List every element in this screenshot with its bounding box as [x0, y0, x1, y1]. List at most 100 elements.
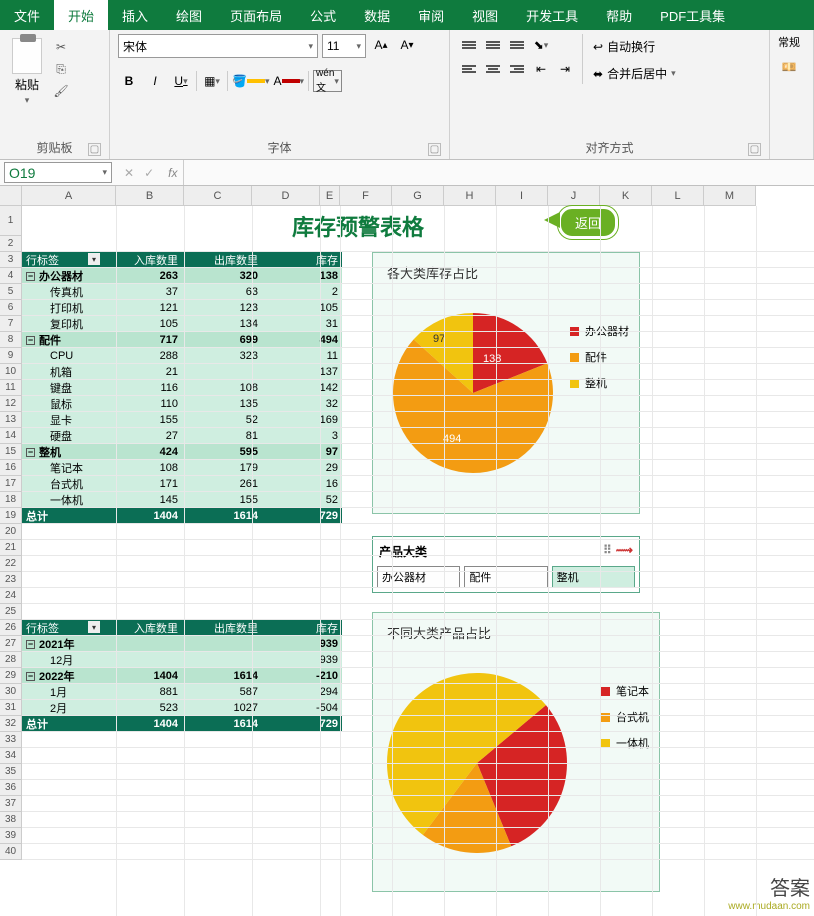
row-header[interactable]: 27: [0, 636, 22, 652]
row-header[interactable]: 17: [0, 476, 22, 492]
col-header[interactable]: D: [252, 186, 320, 206]
align-left-icon[interactable]: [458, 60, 480, 78]
tab-insert[interactable]: 插入: [108, 0, 162, 30]
row-header[interactable]: 14: [0, 428, 22, 444]
accounting-format-icon[interactable]: 💴: [778, 56, 800, 78]
col-header[interactable]: I: [496, 186, 548, 206]
row-header[interactable]: 36: [0, 780, 22, 796]
tab-dev[interactable]: 开发工具: [512, 0, 592, 30]
tab-pdf[interactable]: PDF工具集: [646, 0, 739, 30]
tab-draw[interactable]: 绘图: [162, 0, 216, 30]
col-header[interactable]: E: [320, 186, 340, 206]
align-middle-icon[interactable]: [482, 36, 504, 54]
format-painter-icon[interactable]: 🖌: [52, 82, 70, 100]
row-header[interactable]: 7: [0, 316, 22, 332]
row-header[interactable]: 25: [0, 604, 22, 620]
row-header[interactable]: 37: [0, 796, 22, 812]
tab-help[interactable]: 帮助: [592, 0, 646, 30]
row-header[interactable]: 16: [0, 460, 22, 476]
col-header[interactable]: L: [652, 186, 704, 206]
col-header[interactable]: B: [116, 186, 184, 206]
phonetic-button[interactable]: wén文▾: [313, 70, 342, 92]
tab-review[interactable]: 审阅: [404, 0, 458, 30]
row-header[interactable]: 35: [0, 764, 22, 780]
font-color-button[interactable]: A▾: [273, 70, 304, 92]
row-header[interactable]: 29: [0, 668, 22, 684]
row-header[interactable]: 28: [0, 652, 22, 668]
font-size-select[interactable]: 11▾: [322, 34, 366, 58]
row-header[interactable]: 5: [0, 284, 22, 300]
row-header[interactable]: 11: [0, 380, 22, 396]
row-header[interactable]: 1: [0, 206, 22, 236]
col-header[interactable]: M: [704, 186, 756, 206]
tab-data[interactable]: 数据: [350, 0, 404, 30]
formula-input[interactable]: [183, 160, 814, 185]
tab-home[interactable]: 开始: [54, 0, 108, 30]
row-header[interactable]: 30: [0, 684, 22, 700]
row-header[interactable]: 3: [0, 252, 22, 268]
tab-file[interactable]: 文件: [0, 0, 54, 30]
row-header[interactable]: 6: [0, 300, 22, 316]
row-header[interactable]: 9: [0, 348, 22, 364]
row-header[interactable]: 10: [0, 364, 22, 380]
increase-indent-icon[interactable]: ⇥: [554, 60, 576, 78]
select-all-corner[interactable]: [0, 186, 22, 206]
align-right-icon[interactable]: [506, 60, 528, 78]
paste-button[interactable]: 粘贴 ▾: [8, 34, 46, 110]
worksheet[interactable]: ABCDEFGHIJKLM 12345678910111213141516171…: [0, 186, 814, 916]
row-header[interactable]: 39: [0, 828, 22, 844]
decrease-font-icon[interactable]: A▾: [396, 34, 418, 56]
enter-icon[interactable]: ✓: [144, 166, 154, 180]
col-header[interactable]: C: [184, 186, 252, 206]
col-header[interactable]: F: [340, 186, 392, 206]
row-header[interactable]: 40: [0, 844, 22, 860]
row-header[interactable]: 19: [0, 508, 22, 524]
cancel-icon[interactable]: ✕: [124, 166, 134, 180]
row-header[interactable]: 26: [0, 620, 22, 636]
row-header[interactable]: 2: [0, 236, 22, 252]
orientation-icon[interactable]: ⬊▾: [530, 36, 552, 54]
cut-icon[interactable]: ✂: [52, 38, 70, 56]
font-name-select[interactable]: 宋体▾: [118, 34, 318, 58]
row-header[interactable]: 32: [0, 716, 22, 732]
col-header[interactable]: H: [444, 186, 496, 206]
col-header[interactable]: K: [600, 186, 652, 206]
underline-button[interactable]: U▾: [170, 70, 192, 92]
increase-font-icon[interactable]: A▴: [370, 34, 392, 56]
row-header[interactable]: 34: [0, 748, 22, 764]
merge-center-button[interactable]: ⬌合并后居中▾: [589, 63, 680, 84]
row-header[interactable]: 22: [0, 556, 22, 572]
border-button[interactable]: ▦▾: [201, 70, 223, 92]
col-header[interactable]: G: [392, 186, 444, 206]
row-header[interactable]: 15: [0, 444, 22, 460]
wrap-text-button[interactable]: ↩自动换行: [589, 36, 680, 57]
row-header[interactable]: 23: [0, 572, 22, 588]
copy-icon[interactable]: ⎘: [52, 60, 70, 78]
row-header[interactable]: 12: [0, 396, 22, 412]
tab-view[interactable]: 视图: [458, 0, 512, 30]
tab-formula[interactable]: 公式: [296, 0, 350, 30]
row-header[interactable]: 21: [0, 540, 22, 556]
row-header[interactable]: 4: [0, 268, 22, 284]
tab-layout[interactable]: 页面布局: [216, 0, 296, 30]
dialog-launcher-icon[interactable]: ▢: [428, 143, 441, 156]
return-button[interactable]: 返回: [558, 206, 618, 239]
align-top-icon[interactable]: [458, 36, 480, 54]
dialog-launcher-icon[interactable]: ▢: [88, 143, 101, 156]
row-header[interactable]: 24: [0, 588, 22, 604]
row-header[interactable]: 20: [0, 524, 22, 540]
row-header[interactable]: 31: [0, 700, 22, 716]
align-center-icon[interactable]: [482, 60, 504, 78]
align-bottom-icon[interactable]: [506, 36, 528, 54]
row-header[interactable]: 33: [0, 732, 22, 748]
row-header[interactable]: 8: [0, 332, 22, 348]
number-format-select[interactable]: 常规: [778, 34, 800, 50]
row-header[interactable]: 13: [0, 412, 22, 428]
col-header[interactable]: J: [548, 186, 600, 206]
fill-color-button[interactable]: 🪣▾: [232, 70, 269, 92]
italic-button[interactable]: I: [144, 70, 166, 92]
col-header[interactable]: A: [22, 186, 116, 206]
bold-button[interactable]: B: [118, 70, 140, 92]
fx-icon[interactable]: fx: [162, 160, 183, 185]
row-header[interactable]: 18: [0, 492, 22, 508]
